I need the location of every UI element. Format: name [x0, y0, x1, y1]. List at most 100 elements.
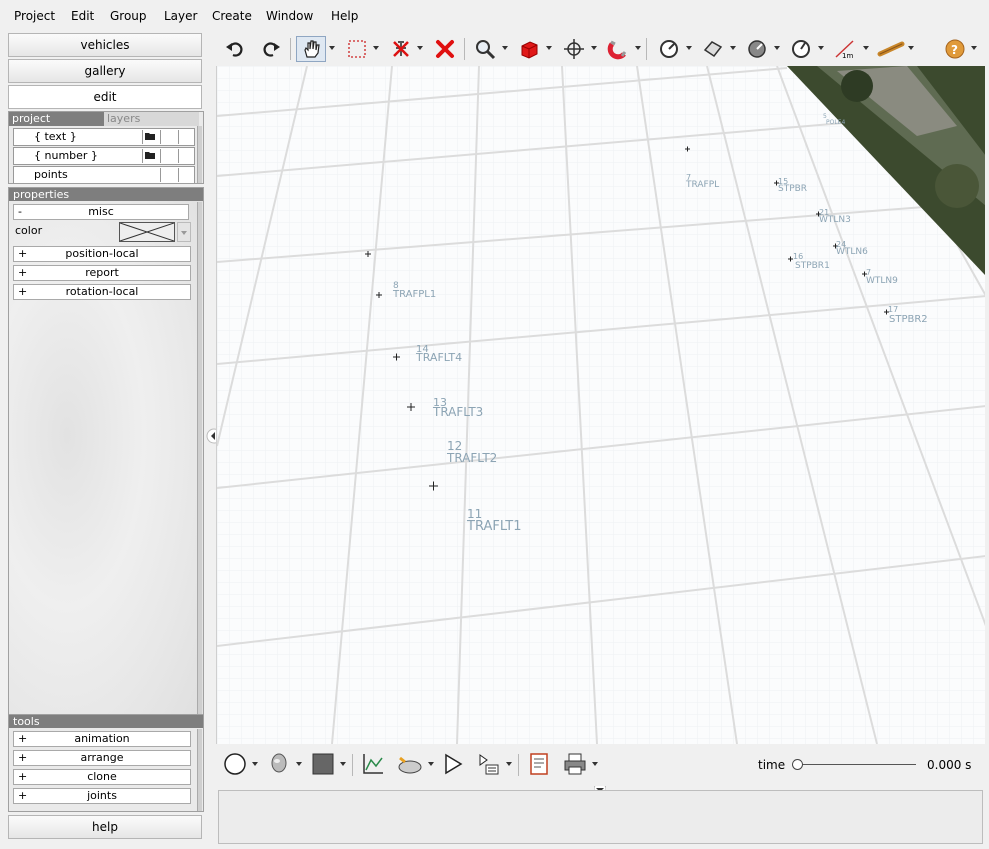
property-group-report[interactable]: + report: [13, 265, 191, 281]
chevron-down-icon[interactable]: [730, 46, 736, 50]
chevron-down-icon[interactable]: [340, 762, 346, 766]
measure-icon[interactable]: [656, 36, 682, 62]
menu-project[interactable]: Project: [14, 9, 55, 23]
edit-button[interactable]: edit: [8, 85, 202, 109]
menu-help[interactable]: Help: [331, 9, 358, 23]
playlist-icon[interactable]: [476, 751, 502, 777]
disc-icon[interactable]: [744, 36, 770, 62]
tool-arrange[interactable]: + arrange: [13, 750, 191, 766]
chevron-down-icon[interactable]: [417, 46, 423, 50]
chevron-down-icon[interactable]: [863, 46, 869, 50]
project-row-toggle[interactable]: [160, 149, 176, 163]
tab-layers[interactable]: layers: [104, 112, 199, 126]
undo-icon[interactable]: [222, 36, 248, 62]
chevron-down-icon[interactable]: [591, 46, 597, 50]
help-button[interactable]: help: [8, 815, 202, 839]
chevron-down-icon[interactable]: [252, 762, 258, 766]
property-group-rotation-local[interactable]: + rotation-local: [13, 284, 191, 300]
menu-layer[interactable]: Layer: [164, 9, 197, 23]
vehicles-button[interactable]: vehicles: [8, 33, 202, 57]
play-icon[interactable]: [440, 751, 466, 777]
menu-group[interactable]: Group: [110, 9, 147, 23]
tools-scrollbar[interactable]: [197, 729, 202, 811]
help-icon[interactable]: ?: [942, 36, 968, 62]
vehicle-icon[interactable]: [396, 751, 422, 777]
misc-group[interactable]: - misc: [13, 204, 189, 220]
label-name: TRAFLT2: [446, 451, 497, 465]
project-row-number[interactable]: { number }: [13, 147, 195, 165]
playback-toolbar: time 0.000 s: [216, 744, 989, 784]
project-row-toggle[interactable]: [160, 130, 176, 144]
magnet-icon[interactable]: [605, 36, 631, 62]
pan-hand-icon[interactable]: [296, 36, 326, 62]
tool-animation[interactable]: + animation: [13, 731, 191, 747]
project-row-toggle[interactable]: [178, 130, 194, 144]
scale-1m-icon[interactable]: 1m: [832, 36, 858, 62]
properties-panel: properties - misc color + position-local…: [8, 187, 204, 739]
redo-icon[interactable]: [258, 36, 284, 62]
scene-canvas: 11 TRAFLT1 12 TRAFLT2 13 TRAFLT3 14 TRAF…: [217, 66, 985, 744]
report-icon[interactable]: [526, 751, 552, 777]
select-box-icon[interactable]: [344, 36, 370, 62]
delete-icon[interactable]: [432, 36, 458, 62]
chevron-down-icon[interactable]: [329, 46, 335, 50]
chevron-down-icon[interactable]: [506, 762, 512, 766]
project-row-points[interactable]: points: [13, 166, 195, 183]
tool-clone[interactable]: + clone: [13, 769, 191, 785]
tab-project[interactable]: project: [9, 112, 104, 126]
properties-scrollbar[interactable]: [197, 202, 202, 738]
head-icon[interactable]: [266, 751, 292, 777]
menu-window[interactable]: Window: [266, 9, 313, 23]
chevron-down-icon: [181, 231, 187, 235]
project-row-toggle[interactable]: [178, 168, 194, 182]
delete-selection-icon[interactable]: [388, 36, 414, 62]
chevron-down-icon[interactable]: [818, 46, 824, 50]
menu-create[interactable]: Create: [212, 9, 252, 23]
color-dropdown[interactable]: [177, 222, 191, 242]
chevron-down-icon[interactable]: [296, 762, 302, 766]
chevron-down-icon[interactable]: [774, 46, 780, 50]
cube-icon[interactable]: [516, 36, 542, 62]
move-icon[interactable]: [561, 36, 587, 62]
chevron-down-icon[interactable]: [686, 46, 692, 50]
label-name: TRAFLT3: [432, 405, 483, 419]
chevron-down-icon[interactable]: [908, 46, 914, 50]
surface-icon[interactable]: [700, 36, 726, 62]
time-slider-handle[interactable]: [792, 759, 803, 770]
label-name: POLE4: [826, 119, 845, 126]
circle-icon[interactable]: [222, 751, 248, 777]
project-row-toggle[interactable]: [178, 149, 194, 163]
time-slider[interactable]: [794, 764, 916, 765]
chevron-down-icon[interactable]: [635, 46, 641, 50]
timeline-panel: [218, 790, 983, 844]
tool-joints[interactable]: + joints: [13, 788, 191, 804]
menu-edit[interactable]: Edit: [71, 9, 94, 23]
toolbar: 1m ?: [216, 32, 989, 66]
square-icon[interactable]: [310, 751, 336, 777]
chevron-down-icon[interactable]: [373, 46, 379, 50]
label-name: TRAFLT4: [415, 351, 462, 364]
project-row-toggle[interactable]: [160, 168, 176, 182]
chevron-down-icon[interactable]: [428, 762, 434, 766]
graph-icon[interactable]: [360, 751, 386, 777]
property-group-position-local[interactable]: + position-local: [13, 246, 191, 262]
chevron-down-icon[interactable]: [592, 762, 598, 766]
3d-viewport[interactable]: 11 TRAFLT1 12 TRAFLT2 13 TRAFLT3 14 TRAF…: [216, 66, 985, 744]
chevron-down-icon[interactable]: [546, 46, 552, 50]
project-scrollbar[interactable]: [197, 126, 202, 183]
folder-icon[interactable]: [142, 149, 158, 163]
menu-bar: Project Edit Group Layer Create Window H…: [0, 0, 989, 32]
tape-icon[interactable]: [876, 36, 908, 62]
zoom-icon[interactable]: [472, 36, 498, 62]
project-row-text[interactable]: { text }: [13, 128, 195, 146]
color-swatch[interactable]: [119, 222, 175, 242]
label-name: STPBR1: [795, 261, 830, 271]
collapse-panel-icon[interactable]: [206, 428, 222, 444]
gallery-button[interactable]: gallery: [8, 59, 202, 83]
dial-icon[interactable]: [788, 36, 814, 62]
print-icon[interactable]: [562, 751, 588, 777]
svg-text:?: ?: [951, 43, 958, 57]
chevron-down-icon[interactable]: [502, 46, 508, 50]
folder-icon[interactable]: [142, 130, 158, 144]
chevron-down-icon[interactable]: [971, 46, 977, 50]
